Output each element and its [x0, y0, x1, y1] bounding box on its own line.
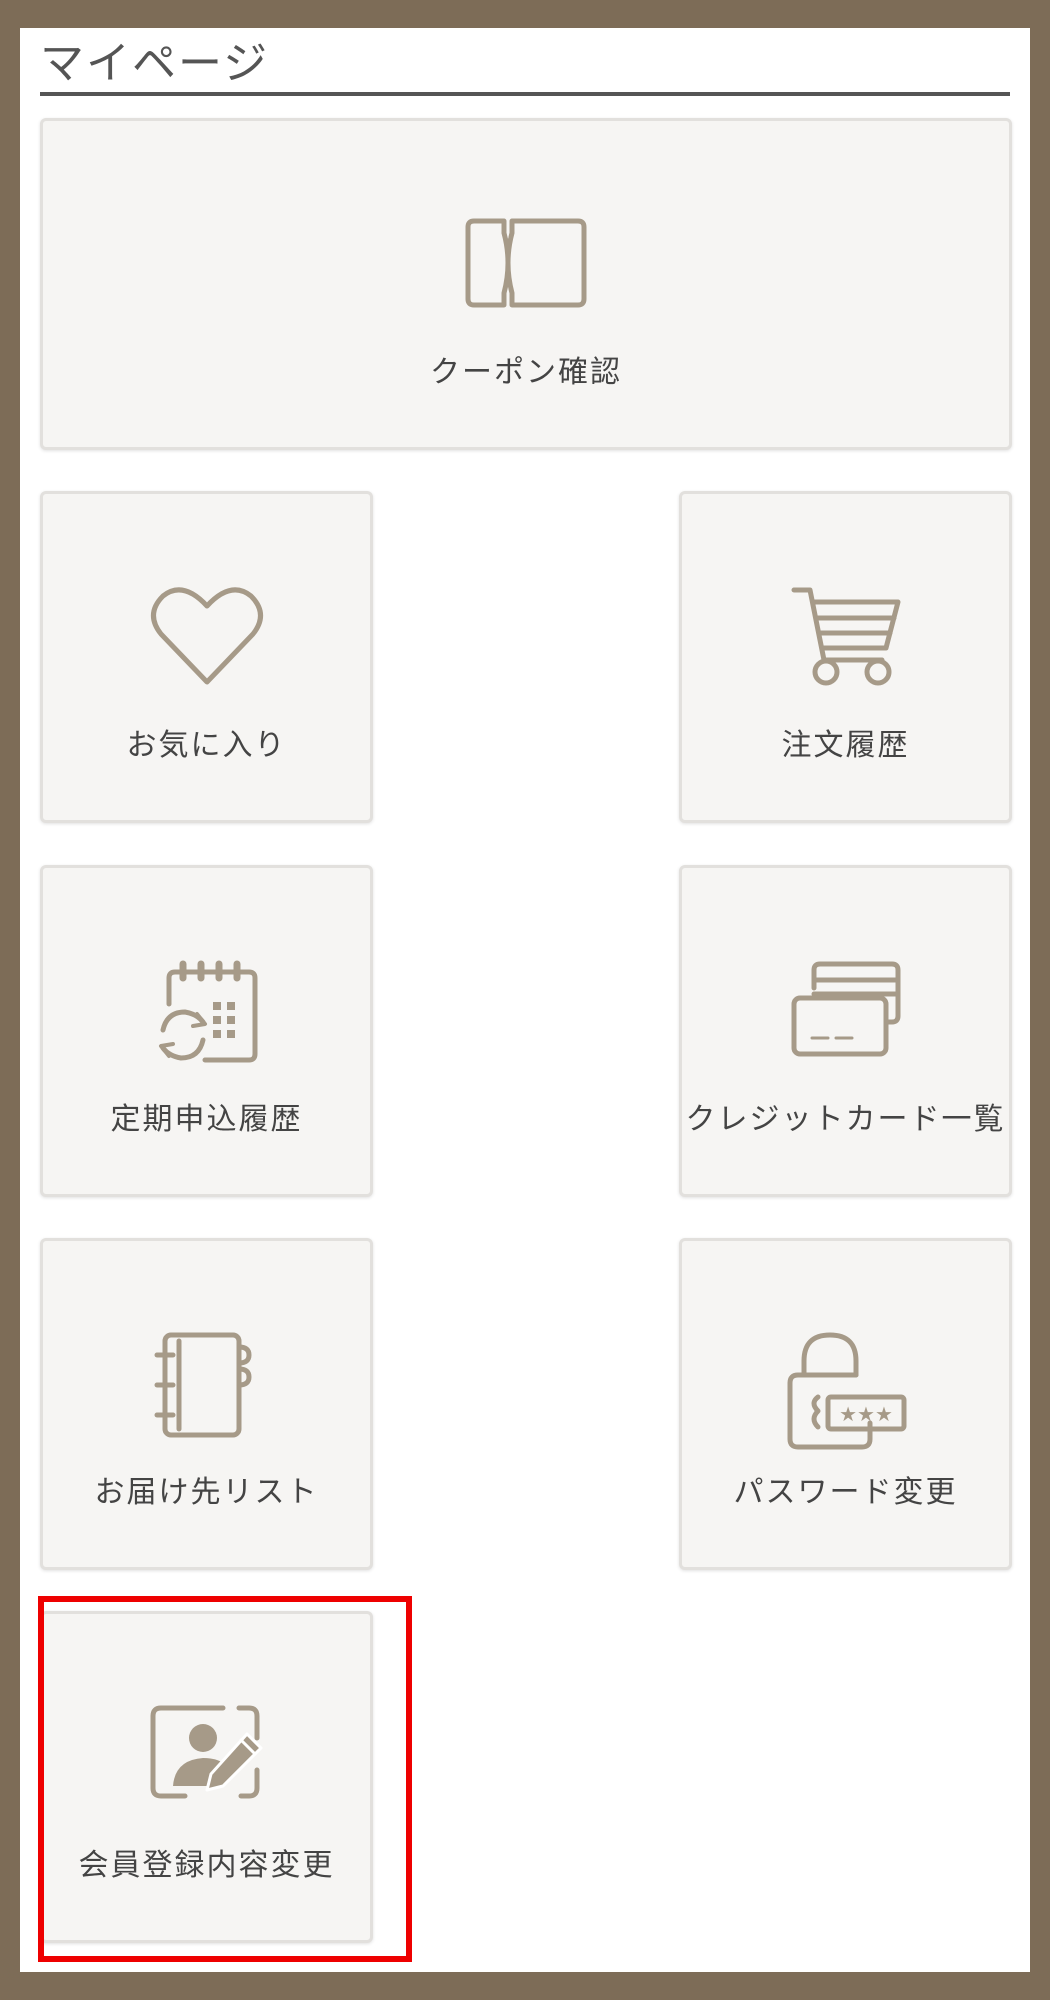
page-title: マイページ	[40, 38, 270, 89]
mypage-panel: マイページ クーポン確認 お気に入り 注文履歴 定期申込履歴 クレジットカード一…	[20, 28, 1030, 1972]
menu-tile-order-history[interactable]: 注文履歴	[679, 491, 1012, 823]
menu-label-credit-cards: クレジットカード一覧	[685, 1102, 1006, 1137]
menu-tile-favorites[interactable]: お気に入り	[40, 491, 373, 823]
menu-tile-subscription-history[interactable]: 定期申込履歴	[40, 865, 373, 1197]
lock-password-icon: ★★★	[784, 1331, 908, 1451]
title-divider	[40, 92, 1010, 96]
menu-label-favorites: お気に入り	[126, 728, 287, 763]
credit-cards-icon	[790, 958, 902, 1058]
menu-label-address-list: お届け先リスト	[94, 1475, 319, 1510]
calendar-refresh-icon	[153, 958, 261, 1066]
svg-text:★★★: ★★★	[839, 1402, 893, 1426]
cart-icon	[790, 584, 902, 688]
menu-label-subscription-history: 定期申込履歴	[110, 1102, 303, 1137]
menu-tile-password-change[interactable]: ★★★ パスワード変更	[679, 1238, 1012, 1570]
menu-label-member-info-change: 会員登録内容変更	[78, 1848, 335, 1883]
menu-tile-coupon[interactable]: クーポン確認	[40, 118, 1012, 450]
coupon-icon	[464, 217, 588, 309]
menu-tile-member-info-change[interactable]: 会員登録内容変更	[40, 1611, 373, 1943]
address-book-icon	[153, 1331, 261, 1439]
menu-tile-credit-cards[interactable]: クレジットカード一覧	[679, 865, 1012, 1197]
menu-label-coupon: クーポン確認	[430, 355, 622, 390]
menu-label-order-history: 注文履歴	[781, 728, 910, 763]
menu-label-password-change: パスワード変更	[733, 1475, 958, 1510]
menu-tile-address-list[interactable]: お届け先リスト	[40, 1238, 373, 1570]
profile-edit-icon	[147, 1704, 267, 1808]
heart-icon	[149, 584, 265, 688]
